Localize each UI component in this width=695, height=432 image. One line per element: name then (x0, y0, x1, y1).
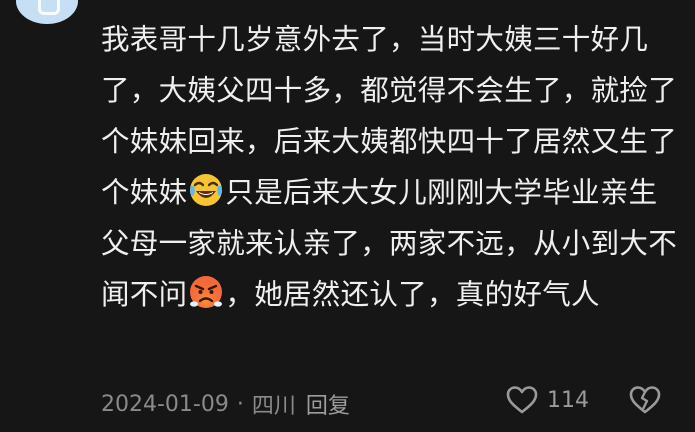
comment-location: 四川 (251, 394, 296, 419)
like-button[interactable]: 114 (505, 384, 589, 416)
crying-laughing-emoji-icon (188, 172, 224, 208)
meta-separator: · (236, 391, 244, 417)
reply-button[interactable]: 回复 (306, 388, 350, 420)
like-count: 114 (547, 387, 589, 413)
avatar[interactable] (16, 0, 78, 24)
angry-face-emoji-icon (188, 274, 224, 310)
comment-meta: 2024-01-09 · 四川 回复 (101, 388, 350, 420)
broken-heart-icon (628, 384, 662, 416)
comment-date: 2024-01-09 (101, 391, 229, 417)
avatar-image (38, 0, 60, 15)
heart-outline-icon (505, 384, 539, 416)
dislike-button[interactable] (628, 384, 662, 416)
comment-text: 我表哥十几岁意外去了，当时大姨三十好几了，大姨父四十多，都觉得不会生了，就捡了个… (101, 14, 679, 320)
comment-segment-3: ，她居然还认了，真的好气人 (225, 278, 600, 311)
